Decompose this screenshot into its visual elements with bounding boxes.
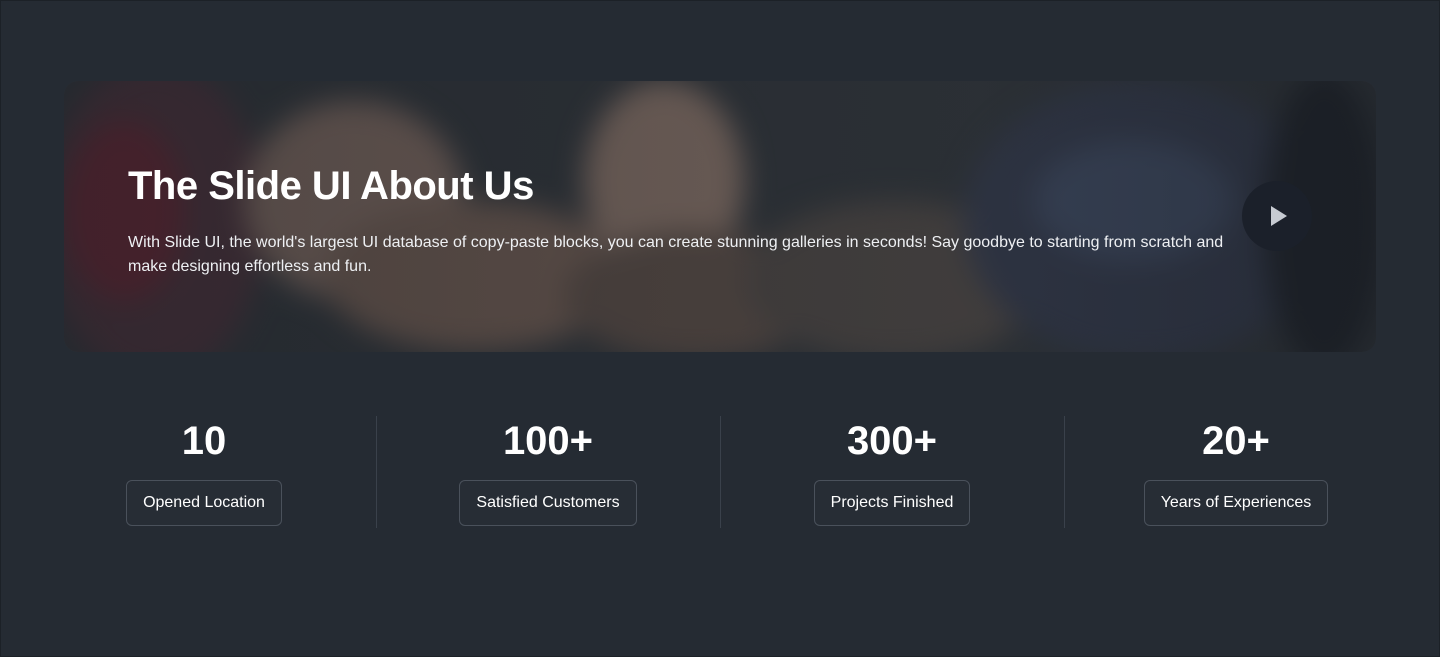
stat-years-of-experiences: 20+ Years of Experiences (1064, 416, 1408, 528)
stat-value: 10 (181, 419, 227, 463)
play-video-button[interactable] (1242, 181, 1312, 251)
stat-label: Projects Finished (813, 480, 971, 526)
stat-label: Satisfied Customers (459, 480, 637, 526)
stat-projects-finished: 300+ Projects Finished (720, 416, 1064, 528)
stat-opened-location: 10 Opened Location (32, 416, 376, 528)
play-icon (1271, 206, 1287, 226)
stat-label: Years of Experiences (1143, 480, 1329, 526)
stats-row: 10 Opened Location 100+ Satisfied Custom… (32, 416, 1408, 528)
stat-value: 20+ (1202, 419, 1270, 463)
stat-value: 300+ (846, 419, 938, 463)
stat-label: Opened Location (126, 480, 282, 526)
hero-banner: The Slide UI About Us With Slide UI, the… (64, 81, 1376, 352)
hero-content: The Slide UI About Us With Slide UI, the… (128, 163, 1238, 279)
hero-description: With Slide UI, the world's largest UI da… (128, 234, 1224, 275)
hero-title: The Slide UI About Us (128, 164, 534, 208)
stat-satisfied-customers: 100+ Satisfied Customers (376, 416, 720, 528)
stat-value: 100+ (502, 419, 594, 463)
